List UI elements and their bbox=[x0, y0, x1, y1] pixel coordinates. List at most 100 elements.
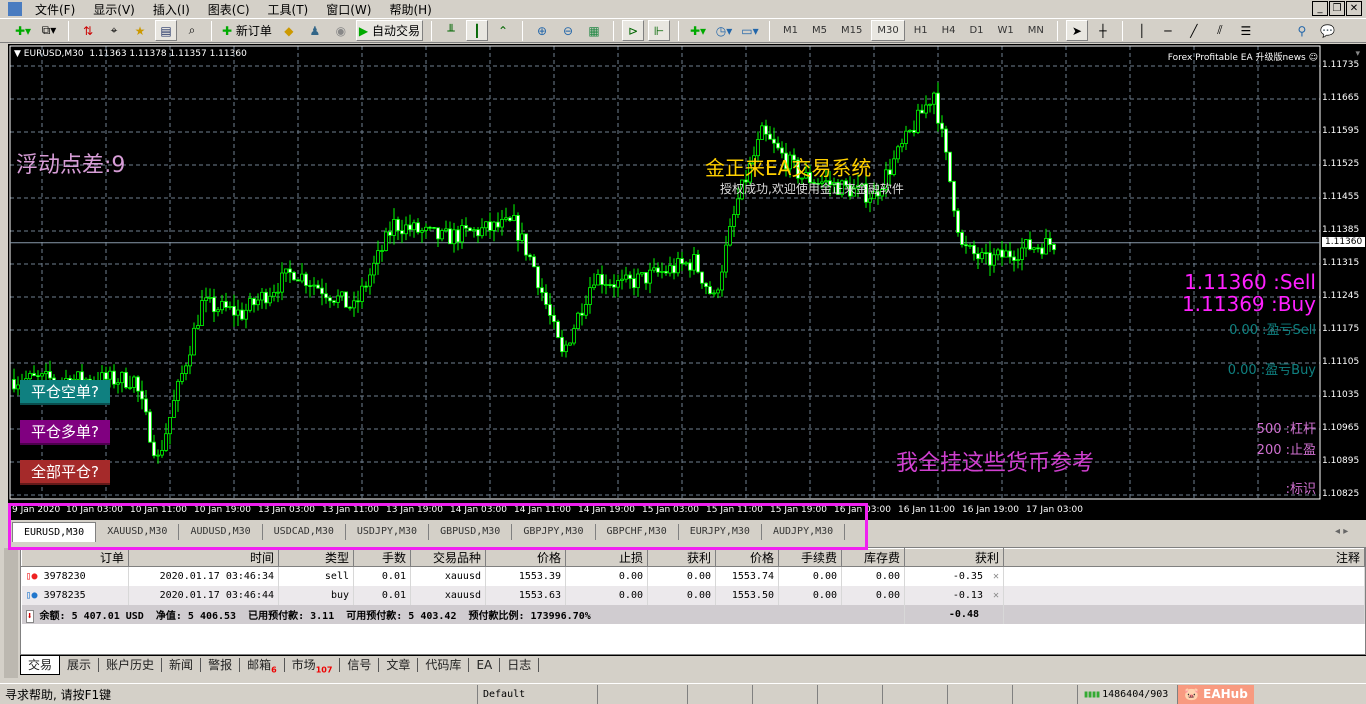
navigator-icon[interactable]: ★ bbox=[129, 20, 151, 41]
order-row[interactable]: ▯● 3978230 2020.01.17 03:46:34 sell 0.01 xau… bbox=[21, 566, 1365, 586]
community-icon[interactable]: ♟ bbox=[304, 20, 326, 41]
timeframe-w1[interactable]: W1 bbox=[993, 25, 1019, 36]
column-header[interactable]: 交易品种 bbox=[410, 548, 486, 567]
signals-icon[interactable]: ◉ bbox=[330, 20, 352, 41]
menu-help[interactable]: 帮助(H) bbox=[380, 1, 440, 18]
terminal-tab[interactable]: 新闻 bbox=[162, 658, 202, 672]
close-order-icon[interactable]: ✕ bbox=[993, 571, 999, 582]
timeframe-m30[interactable]: M30 bbox=[871, 20, 905, 41]
terminal-tab[interactable]: 交易 bbox=[20, 655, 61, 675]
chart-tab-xauusd[interactable]: XAUUSD,M30 bbox=[96, 524, 180, 540]
terminal-tab[interactable]: EA bbox=[469, 658, 501, 672]
vertical-line-icon[interactable]: │ bbox=[1131, 20, 1153, 41]
profiles-icon[interactable]: ⧉▾ bbox=[38, 20, 60, 41]
terminal-tab[interactable]: 信号 bbox=[340, 658, 380, 672]
close-all-button[interactable]: 全部平仓? bbox=[20, 460, 110, 485]
timeframe-h1[interactable]: H1 bbox=[909, 25, 933, 36]
column-header[interactable]: 类型 bbox=[278, 548, 354, 567]
chart-tab-eurusd[interactable]: EURUSD,M30 bbox=[12, 522, 97, 542]
new-order-button[interactable]: ✚ 新订单 bbox=[220, 20, 274, 41]
column-header[interactable]: 获利 bbox=[647, 548, 716, 567]
chart-tab-eurjpy[interactable]: EURJPY,M30 bbox=[679, 524, 762, 540]
cursor-icon[interactable]: ➤ bbox=[1065, 20, 1088, 41]
column-header[interactable]: 时间 bbox=[128, 548, 279, 567]
metaeditor-icon[interactable]: ◆ bbox=[278, 20, 300, 41]
chart-tab-usdjpy[interactable]: USDJPY,M30 bbox=[346, 524, 430, 540]
restore-button[interactable]: ❐ bbox=[1329, 1, 1345, 16]
terminal-tab[interactable]: 日志 bbox=[500, 658, 540, 672]
order-row[interactable]: ▯● 3978235 2020.01.17 03:46:44 buy 0.01 xauu… bbox=[21, 585, 1365, 605]
equidistant-channel-icon[interactable]: ⫽ bbox=[1209, 20, 1231, 41]
chart-tab-gbpchf[interactable]: GBPCHF,M30 bbox=[596, 524, 679, 540]
column-header[interactable]: 订单 bbox=[21, 548, 129, 567]
minimize-button[interactable]: _ bbox=[1312, 1, 1328, 16]
horizontal-line-icon[interactable]: ─ bbox=[1157, 20, 1179, 41]
market-watch-icon[interactable]: ⇅ bbox=[77, 20, 99, 41]
terminal-icon[interactable]: ▤ bbox=[155, 20, 177, 41]
close-buy-button[interactable]: 平仓多单? bbox=[20, 420, 110, 445]
close-order-icon[interactable]: ✕ bbox=[993, 590, 999, 601]
chart-tab-gbpjpy[interactable]: GBPJPY,M30 bbox=[512, 524, 596, 540]
indicators-icon[interactable]: ✚▾ bbox=[687, 20, 709, 41]
terminal-tab[interactable]: 展示 bbox=[60, 658, 100, 672]
chart-scroll-arrow-icon[interactable]: ▾ bbox=[1355, 49, 1360, 59]
crosshair-data-icon[interactable]: ⌖ bbox=[103, 20, 125, 41]
timeframe-h4[interactable]: H4 bbox=[937, 25, 961, 36]
chart-tab-audjpy[interactable]: AUDJPY,M30 bbox=[762, 524, 846, 540]
chart-tab-usdcad[interactable]: USDCAD,M30 bbox=[263, 524, 346, 540]
column-header[interactable]: 价格 bbox=[485, 548, 566, 567]
chart-tab-audusd[interactable]: AUDUSD,M30 bbox=[179, 524, 263, 540]
strategy-tester-icon[interactable]: ⌕ bbox=[181, 20, 203, 41]
periods-icon[interactable]: ◷▾ bbox=[713, 20, 735, 41]
terminal-tab[interactable]: 邮箱6 bbox=[240, 658, 285, 674]
menu-charts[interactable]: 图表(C) bbox=[199, 1, 259, 18]
menu-insert[interactable]: 插入(I) bbox=[144, 1, 199, 18]
timeframe-m1[interactable]: M1 bbox=[778, 25, 803, 36]
menu-tools[interactable]: 工具(T) bbox=[259, 1, 318, 18]
timeframe-m5[interactable]: M5 bbox=[807, 25, 832, 36]
new-chart-icon[interactable]: ✚▾ bbox=[12, 20, 34, 41]
timeframe-d1[interactable]: D1 bbox=[964, 25, 988, 36]
candlestick-chart-icon[interactable]: ┃ bbox=[465, 20, 488, 41]
column-header[interactable]: 注释 bbox=[1003, 548, 1365, 567]
zoom-out-icon[interactable]: ⊖ bbox=[557, 20, 579, 41]
search-icon[interactable]: ⚲ bbox=[1291, 20, 1313, 41]
column-header[interactable]: 手续费 bbox=[778, 548, 842, 567]
crosshair-icon[interactable]: ┼ bbox=[1092, 20, 1114, 41]
column-header[interactable]: 手数 bbox=[353, 548, 411, 567]
menu-window[interactable]: 窗口(W) bbox=[317, 1, 380, 18]
terminal-tab[interactable]: 账户历史 bbox=[99, 658, 163, 672]
tile-windows-icon[interactable]: ▦ bbox=[583, 20, 605, 41]
timeframe-m15[interactable]: M15 bbox=[836, 25, 867, 36]
timeframe-mn[interactable]: MN bbox=[1023, 25, 1049, 36]
terminal-tab[interactable]: 市场107 bbox=[285, 658, 341, 674]
auto-trading-button[interactable]: ▶ 自动交易 bbox=[355, 20, 423, 41]
close-sell-button[interactable]: 平仓空单? bbox=[20, 380, 110, 405]
candle bbox=[924, 104, 928, 114]
column-header[interactable]: 止损 bbox=[565, 548, 648, 567]
column-header[interactable]: 获利 bbox=[904, 548, 1004, 567]
column-header[interactable]: 库存费 bbox=[841, 548, 905, 567]
chart-shift-icon[interactable]: ⊩ bbox=[647, 20, 670, 41]
terminal-tab[interactable]: 文章 bbox=[379, 658, 419, 672]
terminal-grip[interactable] bbox=[4, 548, 18, 678]
terminal-tab[interactable]: 代码库 bbox=[418, 658, 470, 672]
trendline-icon[interactable]: ╱ bbox=[1183, 20, 1205, 41]
tab-scroll-icon[interactable]: ◂ ▸ bbox=[1335, 526, 1348, 537]
price-chart[interactable] bbox=[8, 44, 1366, 520]
line-chart-icon[interactable]: ⌃ bbox=[492, 20, 514, 41]
bar-chart-icon[interactable]: ╨ bbox=[440, 20, 462, 41]
terminal-tab[interactable]: 警报 bbox=[201, 658, 241, 672]
menu-view[interactable]: 显示(V) bbox=[84, 1, 144, 18]
templates-icon[interactable]: ▭▾ bbox=[739, 20, 761, 41]
menu-file[interactable]: 文件(F) bbox=[26, 1, 84, 18]
column-header[interactable]: 价格 bbox=[715, 548, 779, 567]
fibonacci-icon[interactable]: ☰ bbox=[1235, 20, 1257, 41]
chart-window[interactable]: ▼ EURUSD,M30 1.11363 1.11378 1.11357 1.1… bbox=[8, 44, 1366, 520]
candle bbox=[460, 225, 464, 243]
chat-icon[interactable]: 💬 bbox=[1317, 20, 1339, 41]
auto-scroll-icon[interactable]: ⊳ bbox=[621, 20, 644, 41]
close-button[interactable]: ✕ bbox=[1346, 1, 1362, 16]
zoom-in-icon[interactable]: ⊕ bbox=[531, 20, 553, 41]
chart-tab-gbpusd[interactable]: GBPUSD,M30 bbox=[429, 524, 513, 540]
